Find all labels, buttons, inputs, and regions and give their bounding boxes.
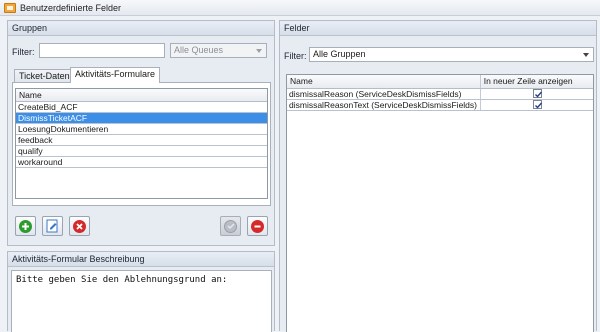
column-header-name[interactable]: Name	[287, 75, 481, 88]
description-header: Aktivitäts-Formular Beschreibung	[8, 252, 274, 267]
groups-header: Gruppen	[8, 21, 274, 36]
list-item[interactable]: qualify	[16, 146, 267, 157]
fields-table-header: Name In neuer Zeile anzeigen	[287, 75, 593, 89]
chevron-down-icon	[256, 49, 262, 53]
column-header-new-line[interactable]: In neuer Zeile anzeigen	[481, 75, 593, 88]
list-item[interactable]: CreateBid_ACF	[16, 102, 267, 113]
field-name-cell: dismissalReason (ServiceDeskDismissField…	[287, 89, 481, 99]
remove-icon	[251, 219, 264, 233]
checkmark-icon	[534, 102, 542, 109]
table-row[interactable]: dismissalReason (ServiceDeskDismissField…	[287, 89, 593, 100]
fields-filter-label: Filter:	[284, 51, 307, 61]
fields-header: Felder	[280, 21, 596, 36]
new-line-cell	[481, 100, 593, 110]
tab-label: Ticket-Daten	[19, 71, 70, 81]
new-line-cell	[481, 89, 593, 99]
group-select[interactable]: Alle Gruppen	[309, 47, 594, 62]
edit-icon	[46, 219, 58, 233]
groups-filter-input[interactable]	[39, 43, 165, 58]
groups-filter-label: Filter:	[12, 47, 35, 57]
add-button[interactable]	[15, 216, 36, 236]
tab-aktivitaets-formulare[interactable]: Aktivitäts-Formulare	[70, 67, 161, 83]
tab-label: Aktivitäts-Formulare	[75, 69, 156, 79]
list-header-name[interactable]: Name	[16, 89, 267, 102]
check-icon	[224, 219, 237, 233]
list-item[interactable]: LoesungDokumentieren	[16, 124, 267, 135]
add-icon	[19, 219, 32, 233]
delete-icon	[73, 219, 86, 233]
list-item[interactable]: feedback	[16, 135, 267, 146]
checkmark-icon	[534, 91, 542, 98]
table-row[interactable]: dismissalReasonText (ServiceDeskDismissF…	[287, 100, 593, 111]
chevron-down-icon	[583, 53, 589, 57]
tab-content: Name CreateBid_ACF DismissTicketACF Loes…	[12, 82, 271, 206]
description-textarea[interactable]: Bitte geben Sie den Ablehnungsgrund an:	[11, 270, 272, 332]
new-line-checkbox[interactable]	[532, 100, 542, 109]
field-name-cell: dismissalReasonText (ServiceDeskDismissF…	[287, 100, 481, 110]
window-titlebar: Benutzerdefinierte Felder	[0, 0, 600, 16]
list-item[interactable]: workaround	[16, 157, 267, 168]
edit-button[interactable]	[42, 216, 63, 236]
group-select-value: Alle Gruppen	[313, 49, 366, 59]
groups-panel: Gruppen Filter: Alle Queues Ticket-Daten…	[7, 20, 275, 246]
app-icon	[4, 2, 16, 13]
queue-select-value: Alle Queues	[174, 45, 224, 55]
remove-button[interactable]	[247, 216, 268, 236]
activity-form-list[interactable]: Name CreateBid_ACF DismissTicketACF Loes…	[15, 88, 268, 199]
fields-table[interactable]: Name In neuer Zeile anzeigen dismissalRe…	[286, 74, 594, 332]
window-title: Benutzerdefinierte Felder	[20, 2, 122, 13]
queue-select[interactable]: Alle Queues	[170, 43, 267, 58]
description-panel: Aktivitäts-Formular Beschreibung Bitte g…	[7, 251, 275, 332]
apply-button[interactable]	[220, 216, 241, 236]
delete-button[interactable]	[69, 216, 90, 236]
tab-ticket-daten[interactable]: Ticket-Daten	[14, 69, 75, 83]
new-line-checkbox[interactable]	[532, 89, 542, 98]
fields-panel: Felder Filter: Alle Gruppen Name In neue…	[279, 20, 597, 332]
list-item-selected[interactable]: DismissTicketACF	[16, 113, 267, 124]
